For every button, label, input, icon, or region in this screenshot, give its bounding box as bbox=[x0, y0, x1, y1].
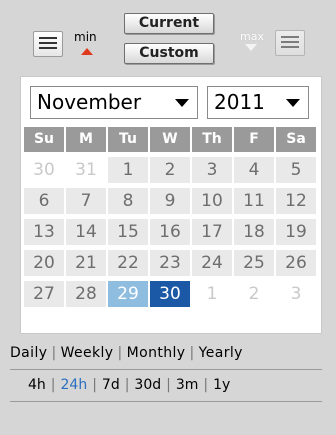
year-value: 2011 bbox=[214, 90, 265, 114]
calendar-day[interactable]: 15 bbox=[108, 219, 148, 245]
calendar-day[interactable]: 21 bbox=[66, 250, 106, 276]
separator: | bbox=[50, 377, 56, 393]
calendar-day[interactable]: 31 bbox=[66, 157, 106, 183]
calendar-day[interactable]: 11 bbox=[234, 188, 274, 214]
weekday-label: M bbox=[66, 127, 106, 152]
calendar-week: 30 31 1 2 3 4 5 bbox=[24, 157, 318, 183]
period-yearly-link[interactable]: Yearly bbox=[199, 345, 243, 361]
month-value: November bbox=[37, 90, 142, 114]
calendar-day[interactable]: 12 bbox=[276, 188, 316, 214]
list-lines bbox=[39, 37, 57, 51]
list-view-icon[interactable] bbox=[33, 31, 63, 57]
calendar-day[interactable]: 28 bbox=[66, 281, 106, 307]
calendar: November 2011 Su M Tu W Th F Sa 30 31 1 … bbox=[20, 76, 322, 334]
calendar-day[interactable]: 20 bbox=[24, 250, 64, 276]
calendar-day[interactable]: 5 bbox=[276, 157, 316, 183]
min-label: min bbox=[74, 30, 97, 44]
period-weekly-link[interactable]: Weekly bbox=[61, 345, 114, 361]
separator: | bbox=[203, 377, 209, 393]
calendar-day[interactable]: 16 bbox=[150, 219, 190, 245]
weekday-label: Th bbox=[192, 127, 232, 152]
range-4h-link[interactable]: 4h bbox=[28, 377, 46, 393]
calendar-day[interactable]: 2 bbox=[150, 157, 190, 183]
calendar-day[interactable]: 13 bbox=[24, 219, 64, 245]
range-7d-link[interactable]: 7d bbox=[102, 377, 120, 393]
weekday-label: Sa bbox=[276, 127, 316, 152]
calendar-day[interactable]: 4 bbox=[234, 157, 274, 183]
min-arrow-up-icon[interactable] bbox=[81, 48, 93, 55]
calendar-week: 27 28 29 30 1 2 3 bbox=[24, 281, 318, 307]
calendar-day[interactable]: 8 bbox=[108, 188, 148, 214]
calendar-day[interactable]: 7 bbox=[66, 188, 106, 214]
separator: | bbox=[124, 377, 130, 393]
calendar-day[interactable]: 9 bbox=[150, 188, 190, 214]
separator: | bbox=[189, 345, 195, 361]
calendar-day[interactable]: 10 bbox=[192, 188, 232, 214]
weekday-label: Tu bbox=[108, 127, 148, 152]
chevron-down-icon bbox=[286, 99, 300, 107]
calendar-day[interactable]: 26 bbox=[276, 250, 316, 276]
weekday-label: Su bbox=[24, 127, 64, 152]
calendar-grid: Su M Tu W Th F Sa 30 31 1 2 3 4 5 6 7 8 … bbox=[24, 127, 318, 312]
calendar-day[interactable]: 30 bbox=[24, 157, 64, 183]
max-label: max bbox=[240, 30, 264, 43]
range-3m-link[interactable]: 3m bbox=[176, 377, 199, 393]
calendar-week: 6 7 8 9 10 11 12 bbox=[24, 188, 318, 214]
weekday-label: F bbox=[234, 127, 274, 152]
calendar-week: 20 21 22 23 24 25 26 bbox=[24, 250, 318, 276]
calendar-day-selected[interactable]: 30 bbox=[150, 281, 190, 307]
calendar-day[interactable]: 22 bbox=[108, 250, 148, 276]
separator: | bbox=[117, 345, 123, 361]
calendar-day[interactable]: 25 bbox=[234, 250, 274, 276]
month-select[interactable]: November bbox=[30, 86, 198, 119]
calendar-day[interactable]: 23 bbox=[150, 250, 190, 276]
calendar-day[interactable]: 3 bbox=[192, 157, 232, 183]
range-24h-link[interactable]: 24h bbox=[61, 377, 88, 393]
calendar-day-range-start[interactable]: 29 bbox=[108, 281, 148, 307]
calendar-day[interactable]: 14 bbox=[66, 219, 106, 245]
divider bbox=[10, 369, 322, 370]
separator: | bbox=[166, 377, 171, 393]
period-links: Daily | Weekly | Monthly | Yearly bbox=[10, 345, 330, 361]
calendar-day[interactable]: 6 bbox=[24, 188, 64, 214]
toolbar: min Current Custom max bbox=[0, 0, 336, 76]
year-select[interactable]: 2011 bbox=[207, 86, 309, 119]
weekday-label: W bbox=[150, 127, 190, 152]
range-links: 4h | 24h | 7d | 30d | 3m | 1y bbox=[28, 377, 328, 393]
separator: | bbox=[51, 345, 57, 361]
max-list-view-icon[interactable] bbox=[275, 30, 305, 56]
max-arrow-down-icon[interactable] bbox=[245, 44, 257, 51]
calendar-day[interactable]: 3 bbox=[276, 281, 316, 307]
calendar-day[interactable]: 1 bbox=[192, 281, 232, 307]
range-1y-link[interactable]: 1y bbox=[213, 377, 230, 393]
calendar-day[interactable]: 19 bbox=[276, 219, 316, 245]
custom-button[interactable]: Custom bbox=[124, 43, 214, 64]
current-button[interactable]: Current bbox=[124, 13, 214, 34]
chevron-down-icon bbox=[175, 99, 189, 107]
calendar-day[interactable]: 24 bbox=[192, 250, 232, 276]
calendar-day[interactable]: 2 bbox=[234, 281, 274, 307]
calendar-day[interactable]: 17 bbox=[192, 219, 232, 245]
divider bbox=[10, 401, 322, 402]
weekday-header: Su M Tu W Th F Sa bbox=[24, 127, 318, 152]
calendar-day[interactable]: 27 bbox=[24, 281, 64, 307]
list-lines bbox=[281, 36, 299, 50]
period-monthly-link[interactable]: Monthly bbox=[127, 345, 186, 361]
separator: | bbox=[92, 377, 97, 393]
period-daily-link[interactable]: Daily bbox=[10, 345, 47, 361]
calendar-day[interactable]: 18 bbox=[234, 219, 274, 245]
range-30d-link[interactable]: 30d bbox=[134, 377, 161, 393]
calendar-week: 13 14 15 16 17 18 19 bbox=[24, 219, 318, 245]
calendar-day[interactable]: 1 bbox=[108, 157, 148, 183]
